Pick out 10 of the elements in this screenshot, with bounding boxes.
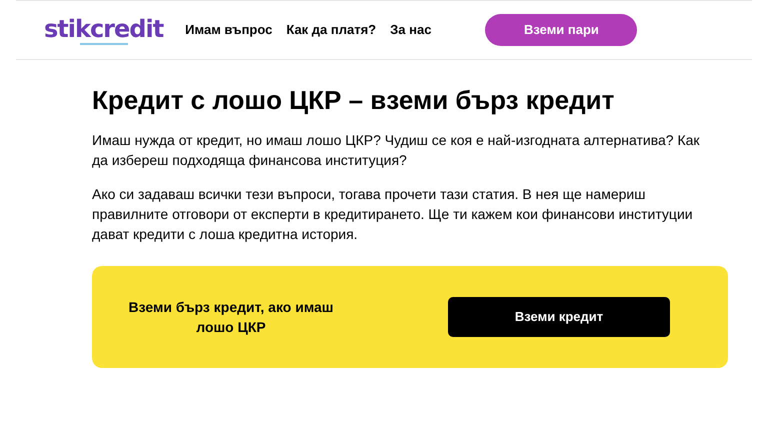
nav-link[interactable]: Имам въпрос [185, 20, 272, 40]
logo[interactable]: stikcredit [44, 16, 164, 42]
get-credit-button[interactable]: Вземи кредит [448, 297, 670, 337]
nav-link[interactable]: За нас [390, 20, 432, 40]
get-money-button[interactable]: Вземи пари [485, 14, 638, 46]
paragraph: Ако си задаваш всички тези въпроси, тогава прочети тази статия. В нея ще намериш правилните отговори от експерти в кредитирането. Ще ти кажем кои финансови институции дават кредити с лоша кредитна история. [92, 185, 694, 244]
nav-link[interactable]: Как да платя? [286, 20, 376, 40]
paragraph: Имаш нужда от кредит, но имаш лошо ЦКР? Чудиш се коя е най-изгодната алтернатива? Как да избереш подходяща финансова институция? [92, 131, 701, 170]
banner-text: Вземи бърз кредит, ако имаш лошо ЦКР [128, 298, 334, 337]
article-title: Кредит с лошо ЦКР – вземи бърз кредит [92, 84, 616, 116]
